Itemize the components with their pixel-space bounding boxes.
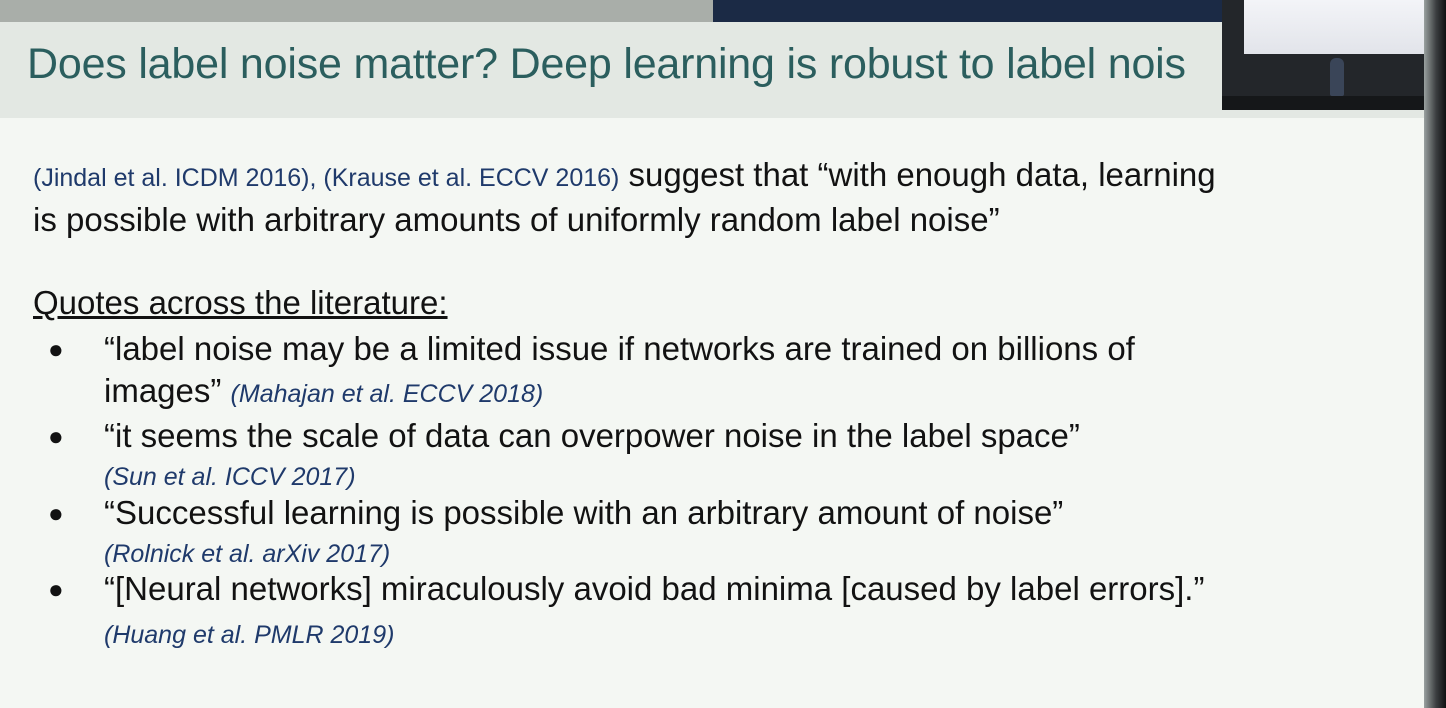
bullet-icon: ●	[48, 498, 64, 528]
quote-citation: (Huang et al. PMLR 2019)	[104, 621, 395, 649]
intro-citations: (Jindal et al. ICDM 2016), (Krause et al…	[33, 164, 620, 192]
intro-text-line1: suggest that “with enough data, learning	[619, 156, 1216, 193]
bullet-icon: ●	[48, 334, 64, 364]
slide-title: Does label noise matter? Deep learning i…	[27, 40, 1186, 88]
quote-line2: images”	[104, 372, 222, 409]
quote-text: “Successful learning is possible with an…	[104, 492, 1324, 574]
projector-screen	[1244, 0, 1424, 54]
quote-text: “it seems the scale of data can overpowe…	[104, 415, 1324, 497]
quote-text: “label noise may be a limited issue if n…	[104, 328, 1324, 415]
lecture-desk	[1222, 96, 1424, 110]
intro-paragraph: (Jindal et al. ICDM 2016), (Krause et al…	[33, 154, 1373, 241]
quote-line1: “label noise may be a limited issue if n…	[104, 330, 1135, 367]
top-bar-left	[0, 0, 713, 22]
quote-line1: “it seems the scale of data can overpowe…	[104, 417, 1080, 454]
quote-text: “[Neural networks] miraculously avoid ba…	[104, 568, 1324, 660]
speaker-figure	[1330, 58, 1344, 96]
quotes-heading: Quotes across the literature:	[33, 284, 448, 321]
quote-line1: “[Neural networks] miraculously avoid ba…	[104, 570, 1205, 607]
quote-line1: “Successful learning is possible with an…	[104, 494, 1064, 531]
intro-text-line2: is possible with arbitrary amounts of un…	[33, 201, 1000, 238]
bullet-icon: ●	[48, 574, 64, 604]
bullet-icon: ●	[48, 421, 64, 451]
quote-citation: (Mahajan et al. ECCV 2018)	[230, 380, 544, 408]
speaker-video-thumbnail	[1222, 0, 1424, 110]
window-edge-shade	[1424, 0, 1446, 708]
quote-citation: (Sun et al. ICCV 2017)	[104, 463, 356, 491]
